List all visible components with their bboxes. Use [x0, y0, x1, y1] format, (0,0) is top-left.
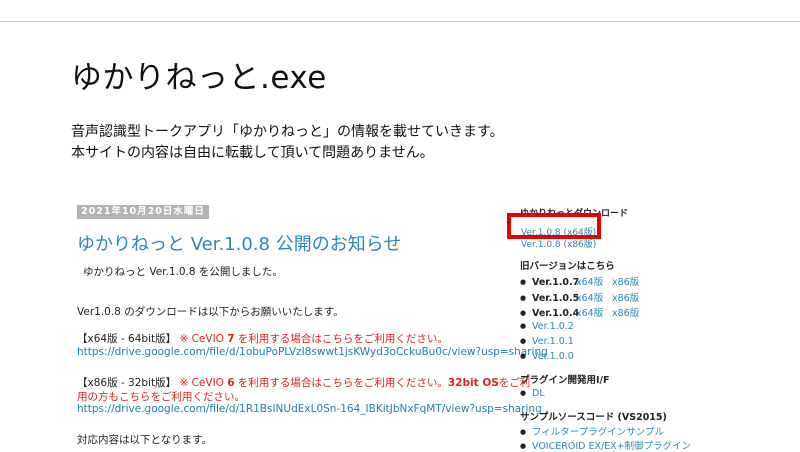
site-title[interactable]: ゆかりねっと.exe	[71, 52, 327, 97]
post-date: 2021年10月20日水曜日	[77, 205, 209, 219]
sidebar-sample-heading: サンプルソースコード (VS2015)	[520, 412, 667, 423]
sidebar-old-versions-heading: 旧バージョンはこちら	[520, 261, 615, 272]
old-version-item: ● Ver.1.0.7x64版 x86版	[520, 274, 639, 288]
old-version-x86-link[interactable]: x86版	[612, 305, 639, 319]
old-version-link[interactable]: Ver.1.0.1	[532, 336, 574, 347]
old-version-x64-link[interactable]: x64版	[576, 290, 612, 304]
old-version-item: ● Ver.1.0.0	[520, 351, 574, 362]
x64-download-link[interactable]: https://drive.google.com/file/d/1obuPoPL…	[77, 346, 548, 358]
bullet-icon: ●	[520, 337, 527, 345]
bullet-icon: ●	[520, 322, 527, 330]
bullet-icon: ●	[520, 442, 527, 450]
old-version-item: ● Ver.1.0.5x64版 x86版	[520, 290, 639, 304]
top-bar	[0, 0, 800, 22]
old-version-link[interactable]: Ver.1.0.2	[532, 321, 574, 332]
bullet-icon: ●	[520, 389, 527, 397]
x86-note: ※ CeVIO 6 を利用する場合はこちらをご利用ください。32bit OSをご…	[179, 377, 531, 389]
old-version-x64-link[interactable]: x64版	[576, 305, 612, 319]
post-contents-text: 対応内容は以下となります。	[77, 434, 213, 446]
x86-note-continued: 用の方もこちらをご利用ください。	[77, 391, 245, 403]
sidebar-plugin-heading: プラグイン開発用I/F	[520, 375, 610, 386]
bullet-icon: ●	[520, 278, 527, 286]
highlight-box	[507, 213, 601, 239]
bullet-icon: ●	[520, 428, 527, 436]
old-version-item: ● Ver.1.0.1	[520, 336, 574, 347]
sample-link[interactable]: フィルタープラグインサンプル	[532, 424, 664, 438]
x64-line: 【x64版 - 64bit版】 ※ CeVIO 7 を利用する場合はこちらをご利…	[77, 331, 448, 346]
bullet-icon: ●	[520, 309, 527, 317]
bullet-icon: ●	[520, 352, 527, 360]
old-version-x64-link[interactable]: x64版	[576, 274, 612, 288]
x64-label: 【x64版 - 64bit版】	[77, 333, 177, 345]
old-version-x86-link[interactable]: x86版	[612, 274, 639, 288]
x64-note: ※ CeVIO 7 を利用する場合はこちらをご利用ください。	[179, 333, 448, 345]
post-intro: ゆかりねっと Ver.1.0.8 を公開しました。	[83, 266, 283, 278]
plugin-item: ● DL	[520, 388, 545, 399]
plugin-dl-link[interactable]: DL	[532, 388, 545, 399]
post-title-link[interactable]: ゆかりねっと Ver.1.0.8 公開のお知らせ	[77, 230, 401, 256]
x86-line: 【x86版 - 32bit版】 ※ CeVIO 6 を利用する場合はこちらをご利…	[77, 375, 530, 390]
old-version-item: ● Ver.1.0.4x64版 x86版	[520, 305, 639, 319]
site-description: 音声認識型トークアプリ「ゆかりねっと」の情報を載せていきます。 本サイトの内容は…	[71, 122, 504, 164]
x86-label: 【x86版 - 32bit版】	[77, 377, 177, 389]
description-line-1: 音声認識型トークアプリ「ゆかりねっと」の情報を載せていきます。	[71, 124, 504, 140]
bullet-icon: ●	[520, 294, 527, 302]
x86-download-link[interactable]: https://drive.google.com/file/d/1R1BsINU…	[77, 403, 542, 415]
old-version-link[interactable]: Ver.1.0.0	[532, 351, 574, 362]
old-version-item: ● Ver.1.0.2	[520, 321, 574, 332]
old-version-x86-link[interactable]: x86版	[612, 290, 639, 304]
description-line-2: 本サイトの内容は自由に転載して頂いて問題ありません。	[71, 145, 434, 161]
post-download-text: Ver1.0.8 のダウンロードは以下からお願いいたします。	[77, 306, 344, 318]
sample-item: ● フィルタープラグインサンプル	[520, 424, 664, 438]
